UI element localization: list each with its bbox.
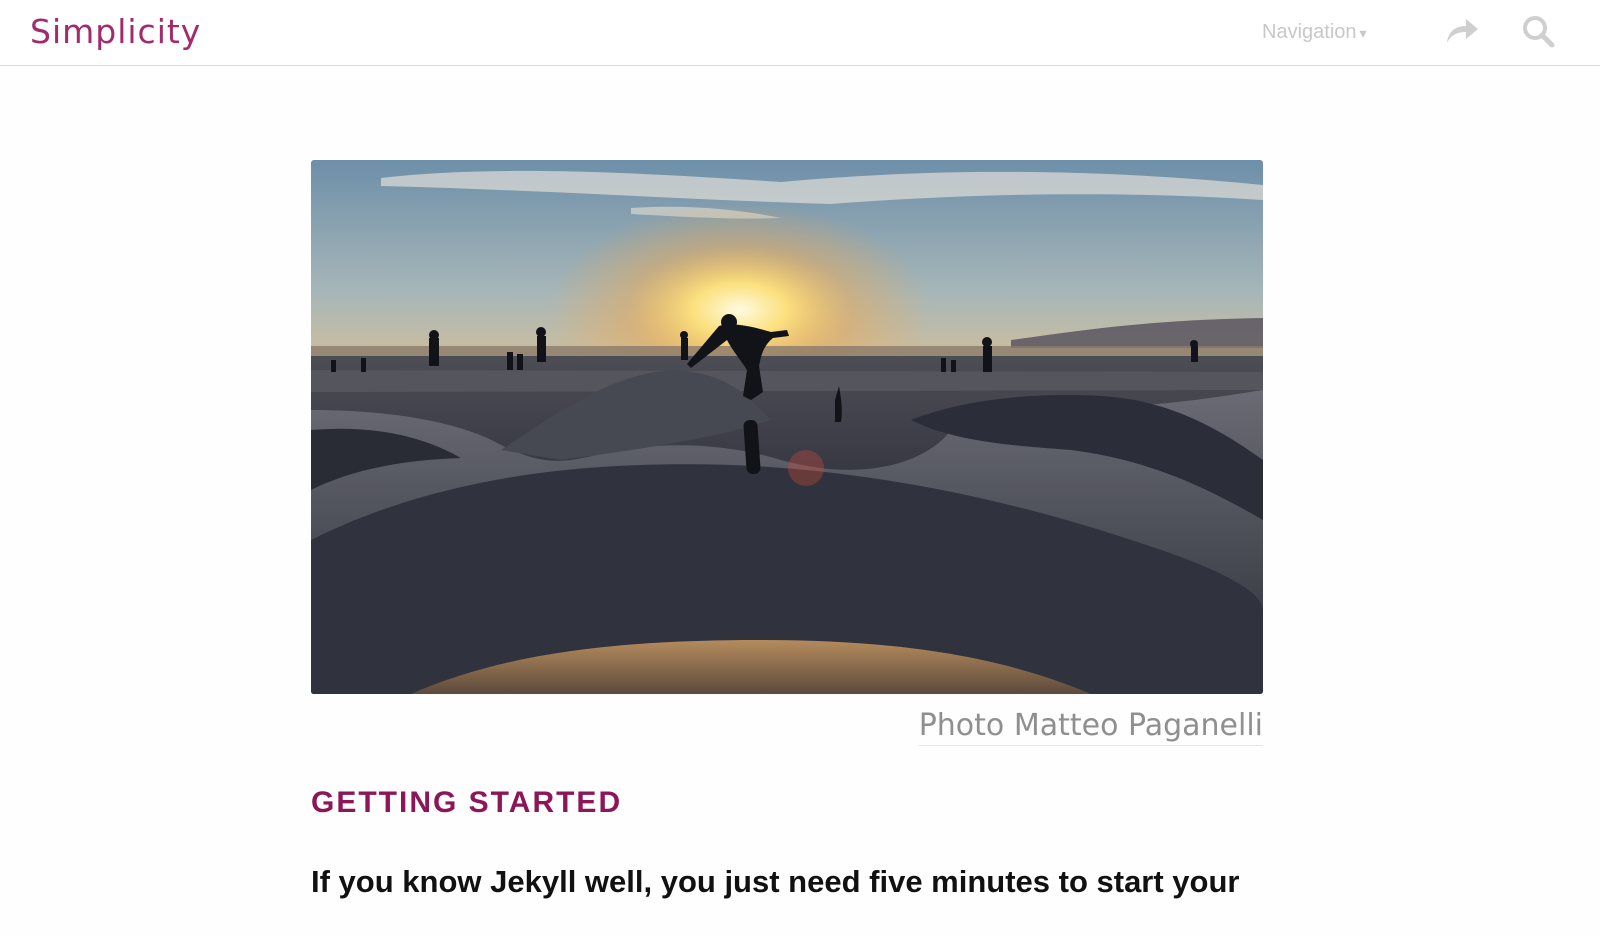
navigation-label: Navigation <box>1262 21 1357 43</box>
article-content: Photo Matteo Paganelli GETTING STARTED I… <box>311 160 1263 900</box>
share-button[interactable] <box>1442 12 1482 52</box>
top-bar: Simplicity Navigation ▾ <box>0 0 1600 66</box>
lead-paragraph: If you know Jekyll well, you just need f… <box>311 864 1240 899</box>
site-title-link[interactable]: Simplicity <box>30 12 201 51</box>
navigation-dropdown[interactable]: Navigation ▾ <box>1262 21 1367 44</box>
caret-down-icon: ▾ <box>1359 25 1367 41</box>
image-caption: Photo Matteo Paganelli <box>918 708 1263 746</box>
section-heading: GETTING STARTED <box>311 786 623 819</box>
hero-image <box>311 160 1263 694</box>
search-icon <box>1523 16 1555 48</box>
search-button[interactable] <box>1519 12 1559 52</box>
share-arrow-icon <box>1447 19 1478 43</box>
caption-wrapper: Photo Matteo Paganelli <box>311 708 1263 746</box>
